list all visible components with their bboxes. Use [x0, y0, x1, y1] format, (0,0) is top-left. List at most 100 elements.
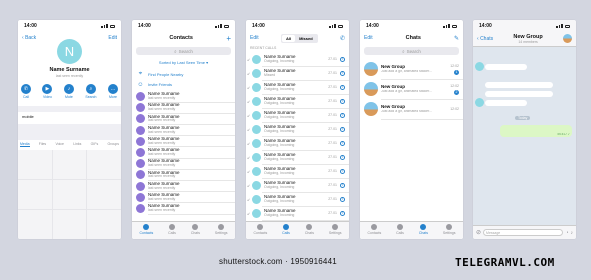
- info-icon[interactable]: i: [340, 210, 345, 216]
- contact-row[interactable]: Name Surname last seen recently: [132, 125, 235, 136]
- video-icon: ▶: [42, 84, 53, 94]
- mic-icon[interactable]: ♪: [571, 230, 574, 236]
- call-row[interactable]: ↙ Name Surname Outgoing, Incoming 27.01 i: [246, 150, 349, 164]
- tab-calls[interactable]: Calls: [168, 224, 176, 235]
- page-title: Contacts: [169, 35, 193, 41]
- profile-name: Name Surname: [49, 67, 90, 73]
- avatar: [252, 194, 261, 204]
- call-row[interactable]: ↙ Name Surname Outgoing, Incoming 27.01 i: [246, 122, 349, 136]
- contact-row[interactable]: Name Surname last seen recently: [132, 136, 235, 147]
- chat-row[interactable]: New Group Just add a gif, animated sticke…: [360, 59, 463, 79]
- tab-chats[interactable]: Chats: [419, 224, 428, 235]
- call-row[interactable]: ↙ Name Surname Missed 27.01 i: [246, 66, 349, 80]
- chat-row[interactable]: New Group Just add a gif, animated sticke…: [360, 99, 463, 119]
- tab-groups[interactable]: Groups: [108, 142, 119, 147]
- mute-action-button[interactable]: ♪ Mute: [63, 84, 74, 99]
- contact-row[interactable]: Name Surname last seen recently: [132, 169, 235, 181]
- call-row[interactable]: ↙ Name Surname Outgoing, Incoming 27.01 i: [246, 192, 349, 206]
- back-button[interactable]: ‹ Chats: [477, 36, 493, 42]
- calls-icon: [283, 224, 290, 230]
- profile-status: last seen recently: [55, 74, 84, 78]
- tab-files[interactable]: Files: [39, 142, 46, 147]
- sticker-icon[interactable]: ◔: [565, 230, 568, 236]
- tab-gifs[interactable]: GIFs: [91, 142, 99, 147]
- call-action-button[interactable]: ✆ Call: [21, 84, 31, 99]
- info-icon[interactable]: i: [340, 126, 345, 132]
- call-row[interactable]: ↙ Name Surname Outgoing, Incoming 27.01 i: [246, 178, 349, 192]
- segment-missed[interactable]: Missed: [295, 35, 317, 42]
- compose-icon[interactable]: ✎: [454, 35, 459, 42]
- add-contact-button[interactable]: +: [226, 34, 231, 43]
- person-add-icon: ☺: [137, 81, 144, 88]
- contact-row[interactable]: Name Surname last seen recently: [132, 102, 235, 114]
- info-icon[interactable]: i: [340, 56, 345, 62]
- call-row[interactable]: ↙ Name Surname Outgoing, Incoming 27.01 i: [246, 136, 349, 150]
- contact-row[interactable]: Name Surname last seen recently: [132, 158, 235, 170]
- contact-row[interactable]: Name Surname last seen recently: [132, 91, 235, 102]
- chats-icon: [192, 224, 199, 230]
- video-action-button[interactable]: ▶ Video: [42, 84, 53, 99]
- tab-settings[interactable]: Settings: [215, 224, 228, 235]
- sort-button[interactable]: Sorted by Last Seen Time ▾: [132, 60, 235, 65]
- info-icon[interactable]: i: [340, 70, 345, 76]
- avatar: [136, 136, 145, 146]
- search-icon: ⌕: [85, 84, 96, 94]
- tab-voice[interactable]: Voice: [55, 142, 64, 147]
- avatar: [252, 110, 261, 120]
- call-row[interactable]: ↙ Name Surname Outgoing, Incoming 27.01 i: [246, 52, 349, 66]
- tab-links[interactable]: Links: [73, 142, 81, 147]
- find-nearby-button[interactable]: ⌖ Find People Nearby: [132, 70, 235, 79]
- edit-button[interactable]: Edit: [364, 35, 373, 41]
- info-icon[interactable]: i: [340, 154, 345, 160]
- tab-calls[interactable]: Calls: [396, 224, 404, 235]
- contact-row[interactable]: Name Surname last seen recently: [132, 113, 235, 125]
- tab-chats[interactable]: Chats: [191, 224, 200, 235]
- call-direction-icon: ↙: [247, 210, 251, 216]
- edit-button[interactable]: Edit: [108, 35, 117, 41]
- contact-row[interactable]: Name Surname last seen recently: [132, 181, 235, 192]
- call-row[interactable]: ↙ Name Surname Outgoing, Incoming 27.01 i: [246, 108, 349, 122]
- tab-contacts[interactable]: Contacts: [139, 224, 153, 235]
- more-action-button[interactable]: … More: [107, 84, 118, 99]
- tab-contacts[interactable]: Contacts: [253, 224, 267, 235]
- search-input[interactable]: ⌕ Search: [364, 47, 459, 55]
- search-input[interactable]: ⌕ Search: [136, 47, 231, 55]
- contact-row[interactable]: Name Surname last seen recently: [132, 192, 235, 203]
- tab-media[interactable]: Media: [20, 142, 30, 147]
- chat-row[interactable]: New Group Just add a gif, animated sticke…: [360, 79, 463, 99]
- info-icon[interactable]: i: [340, 196, 345, 202]
- avatar: N: [57, 39, 82, 64]
- info-icon[interactable]: i: [340, 182, 345, 188]
- chats-icon: [420, 224, 427, 230]
- edit-button[interactable]: Edit: [250, 35, 259, 41]
- info-icon[interactable]: i: [340, 140, 345, 146]
- new-call-icon[interactable]: ✆: [340, 35, 345, 42]
- tab-settings[interactable]: Settings: [329, 224, 342, 235]
- call-row[interactable]: ↙ Name Surname Outgoing, Incoming 27.01 i: [246, 80, 349, 94]
- call-row[interactable]: ↙ Name Surname Outgoing, Incoming 27.01 i: [246, 206, 349, 220]
- contact-row[interactable]: Name Surname last seen recently: [132, 147, 235, 158]
- info-icon[interactable]: i: [340, 84, 345, 90]
- info-icon[interactable]: i: [340, 168, 345, 174]
- message-in: [485, 64, 527, 70]
- back-button[interactable]: ‹ Back: [22, 35, 36, 41]
- avatar: [136, 125, 145, 135]
- group-avatar[interactable]: [563, 34, 572, 43]
- attach-icon[interactable]: ⊘: [476, 229, 481, 236]
- avatar: [252, 68, 261, 78]
- avatar: [252, 152, 261, 162]
- tab-chats[interactable]: Chats: [305, 224, 314, 235]
- message-input[interactable]: Message: [483, 229, 564, 236]
- invite-button[interactable]: ☺ Invite Friends: [132, 80, 235, 89]
- tab-calls[interactable]: Calls: [282, 224, 290, 235]
- tab-settings[interactable]: Settings: [443, 224, 456, 235]
- segment-all[interactable]: All: [281, 34, 296, 42]
- call-row[interactable]: ↙ Name Surname Outgoing, Incoming 27.01 i: [246, 164, 349, 178]
- chat-subtitle: 14 members: [518, 39, 538, 44]
- tab-contacts[interactable]: Contacts: [367, 224, 381, 235]
- contact-row[interactable]: Name Surname last seen recently: [132, 203, 235, 214]
- info-icon[interactable]: i: [340, 98, 345, 104]
- search-action-button[interactable]: ⌕ Search: [85, 84, 97, 99]
- info-icon[interactable]: i: [340, 112, 345, 118]
- call-row[interactable]: ↙ Name Surname Outgoing, Incoming 27.01 i: [246, 94, 349, 108]
